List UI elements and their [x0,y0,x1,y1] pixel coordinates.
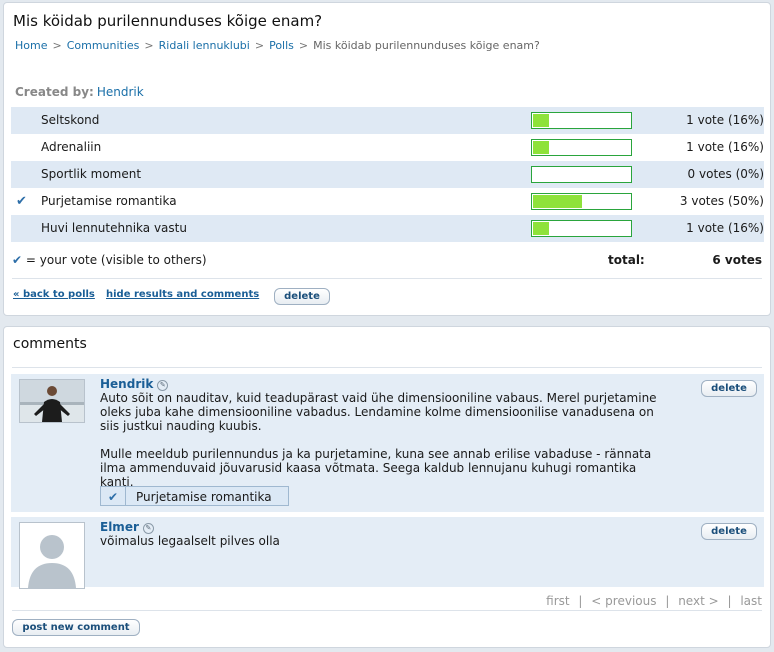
total-label: total: [608,253,645,267]
comment-author-name[interactable]: Elmer [100,520,139,534]
total-votes: 6 votes [712,253,762,267]
poll-option: Adrenaliin 1 vote (16%) [11,134,764,161]
your-vote-check-icon: ✔ [16,194,27,209]
result-bar-fill [533,114,549,127]
vote-count: 3 votes (50%) [679,194,764,208]
comment-item: Elmer ✎ võimalus legaalselt pilves olla d… [11,517,764,589]
breadcrumb-current: Mis köidab purilennunduses kõige enam? [313,39,540,52]
badge-divider [125,487,126,505]
comment-author[interactable]: Elmer ✎ [100,520,154,534]
breadcrumb-separator: > [52,39,62,52]
result-bar-fill [533,222,549,235]
creator-link[interactable]: Hendrik [97,85,144,99]
breadcrumb-separator: > [144,39,154,52]
comment-item: Hendrik ✎ Auto sõit on nauditav, kuid tea… [11,374,764,512]
pager-separator: | [665,594,670,608]
comments-heading: comments [13,336,87,352]
divider [12,278,762,279]
delete-comment-button[interactable]: delete [701,380,757,397]
comment-vote-label: Purjetamise romantika [136,490,272,504]
breadcrumb-separator: > [298,39,309,52]
poll-option: Seltskond 1 vote (16%) [11,107,764,134]
poll-option: Huvi lennutehnika vastu 1 vote (16%) [11,215,764,242]
vote-count: 0 votes (0%) [687,167,764,181]
poll-option: ✔ Purjetamise romantika 3 votes (50%) [11,188,764,215]
breadcrumb-club[interactable]: Ridali lennuklubi [159,39,250,52]
pagination: first | < previous | next > | last [541,594,762,608]
pager-previous[interactable]: < previous [591,594,656,608]
check-icon: ✔ [12,253,23,267]
check-icon: ✔ [108,490,119,504]
delete-poll-button[interactable]: delete [274,288,330,305]
user-photo-icon [20,380,84,422]
comment-paragraph: Mulle meeldub purilennundus ja ka purjet… [100,447,652,489]
vote-count: 1 vote (16%) [686,221,764,235]
result-bar-fill [533,141,549,154]
comment-vote-badge: ✔ Purjetamise romantika [100,486,289,506]
comments-panel: comments Hendrik ✎ Auto sõit on nauditav,… [3,326,771,648]
result-bar [531,139,632,156]
result-bar [531,112,632,129]
edit-pencil-icon[interactable]: ✎ [157,380,169,391]
created-by-label: Created by: [15,85,94,99]
pager-separator: | [727,594,732,608]
post-new-comment-button[interactable]: post new comment [12,619,140,636]
poll-option-label: Sportlik moment [41,167,142,181]
pager-separator: | [578,594,583,608]
back-to-polls-link[interactable]: « back to polls [13,289,95,300]
result-bar [531,220,632,237]
divider [12,610,762,611]
delete-comment-button[interactable]: delete [701,523,757,540]
poll-option-label: Adrenaliin [41,140,102,154]
poll-option-label: Purjetamise romantika [41,194,177,208]
breadcrumb-communities[interactable]: Communities [67,39,140,52]
pager-last[interactable]: last [740,594,762,608]
poll-option-label: Seltskond [41,113,100,127]
divider [12,367,762,368]
edit-pencil-icon[interactable]: ✎ [142,523,154,534]
default-avatar-icon [20,523,84,588]
breadcrumb-polls[interactable]: Polls [269,39,294,52]
result-bar-fill [533,195,582,208]
vote-count: 1 vote (16%) [686,113,764,127]
breadcrumb: Home > Communities > Ridali lennuklubi > Polls… [15,39,540,52]
breadcrumb-home[interactable]: Home [15,39,47,52]
avatar [19,379,85,423]
poll-panel: Mis köidab purilennunduses kõige enam? H… [3,2,771,316]
comment-author-name[interactable]: Hendrik [100,377,153,391]
comment-author[interactable]: Hendrik ✎ [100,377,169,391]
created-by: Created by: Hendrik [15,85,144,99]
page-title: Mis köidab purilennunduses kõige enam? [13,12,323,30]
poll-option-label: Huvi lennutehnika vastu [41,221,187,235]
comment-paragraph: Auto sõit on nauditav, kuid teadupärast … [100,391,657,433]
poll-option: Sportlik moment 0 votes (0%) [11,161,764,188]
avatar [19,522,85,589]
comment-body: võimalus legaalselt pilves olla [100,534,660,562]
pager-first[interactable]: first [546,594,569,608]
result-bar [531,193,632,210]
result-bar [531,166,632,183]
breadcrumb-separator: > [254,39,265,52]
pager-next[interactable]: next > [678,594,718,608]
legend-text: = your vote (visible to others) [25,253,207,267]
vote-count: 1 vote (16%) [686,140,764,154]
hide-results-link[interactable]: hide results and comments [106,289,259,300]
comment-paragraph: võimalus legaalselt pilves olla [100,534,280,548]
vote-legend: ✔ = your vote (visible to others) [12,253,207,267]
